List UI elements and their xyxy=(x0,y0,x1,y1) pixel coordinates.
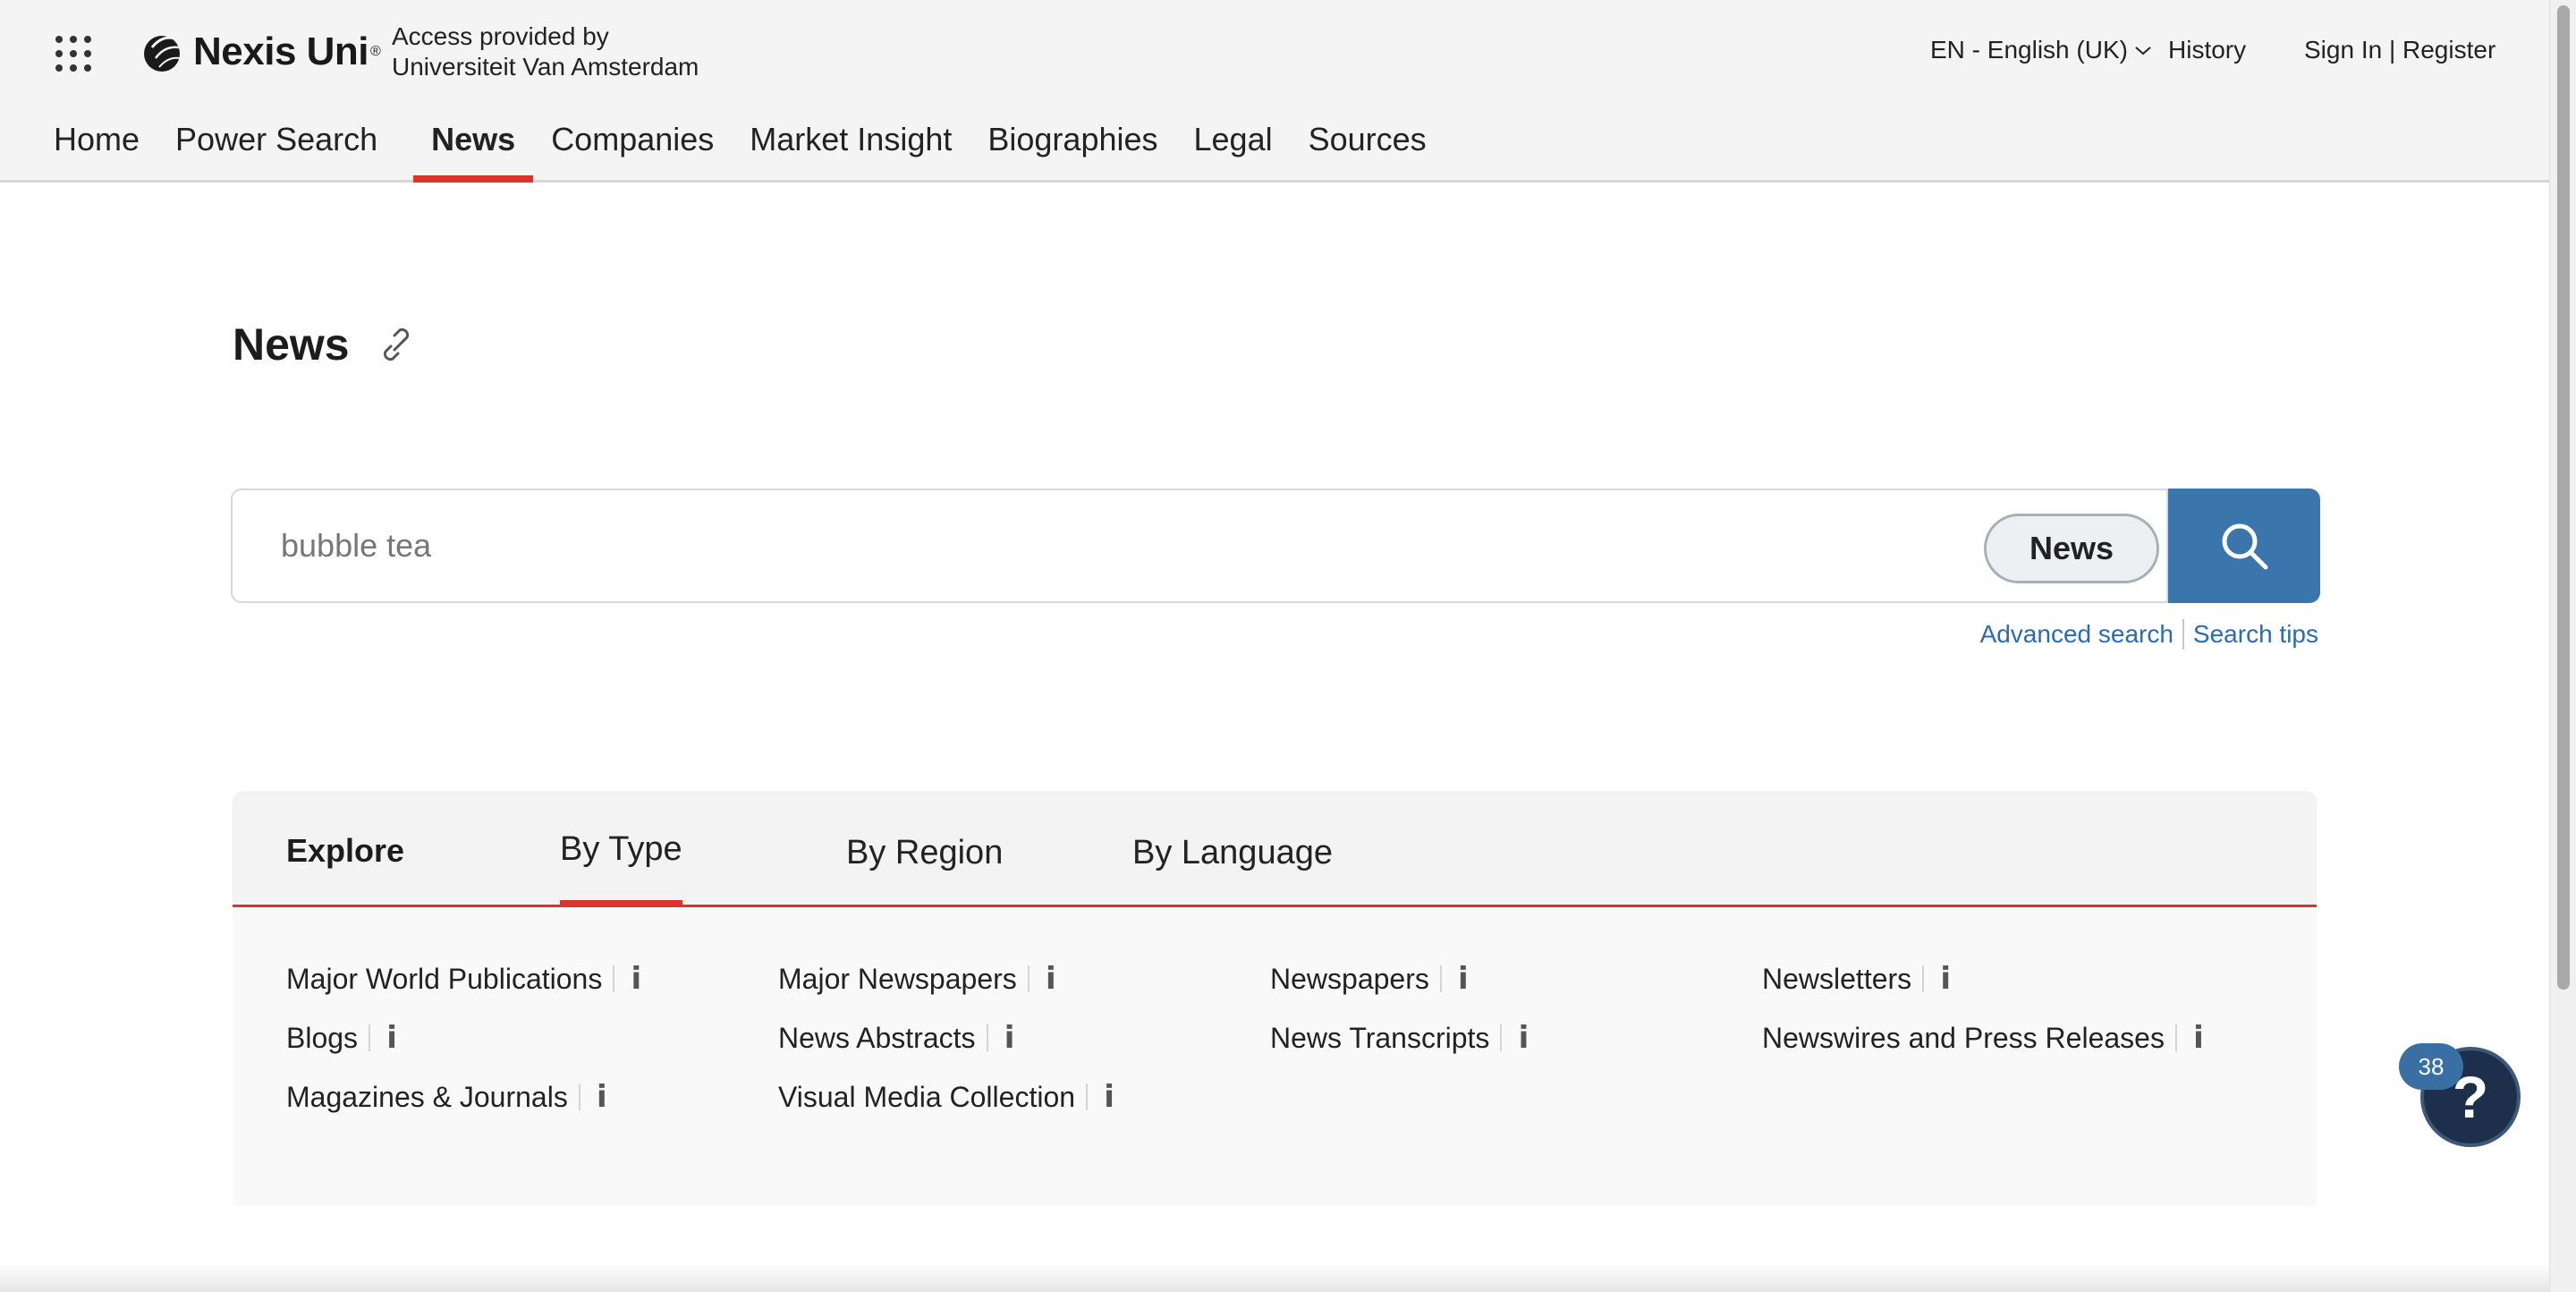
info-icon[interactable]: i xyxy=(1936,961,1954,997)
advanced-search-link[interactable]: Advanced search xyxy=(1980,620,2174,649)
nav-companies[interactable]: Companies xyxy=(551,115,750,183)
sign-in-register-link[interactable]: Sign In | Register xyxy=(2304,36,2496,64)
type-label: Blogs xyxy=(286,1021,359,1054)
type-item-major-newspapers[interactable]: Major Newspapers i xyxy=(778,961,1060,997)
page: Nexis Uni ® Access provided by Universit… xyxy=(0,0,2549,1292)
link-icon[interactable] xyxy=(377,325,416,364)
type-label: Major World Publications xyxy=(286,962,603,995)
search-button[interactable] xyxy=(2168,489,2320,603)
vertical-scrollbar[interactable] xyxy=(2549,0,2576,1292)
help-notification-badge: 38 xyxy=(2399,1043,2463,1090)
type-item-newspapers[interactable]: Newspapers i xyxy=(1270,961,1472,997)
type-item-newswires-press-releases[interactable]: Newswires and Press Releases i xyxy=(1762,1020,2207,1056)
type-item-blogs[interactable]: Blogs i xyxy=(286,1020,401,1056)
info-icon[interactable]: i xyxy=(627,961,645,997)
info-icon[interactable]: i xyxy=(1042,961,1060,997)
divider xyxy=(2174,1024,2177,1051)
nav-news[interactable]: News xyxy=(413,115,534,183)
search-links: Advanced search Search tips xyxy=(1782,619,2318,650)
type-label: Newsletters xyxy=(1762,962,1912,995)
tab-by-language[interactable]: By Language xyxy=(1132,834,1333,911)
info-icon[interactable]: i xyxy=(593,1079,611,1115)
search-tips-link[interactable]: Search tips xyxy=(2193,620,2318,649)
tab-by-type[interactable]: By Type xyxy=(560,830,682,907)
divider xyxy=(369,1024,371,1051)
divider xyxy=(1086,1084,1089,1110)
type-label: Major Newspapers xyxy=(778,962,1017,995)
tab-by-region[interactable]: By Region xyxy=(846,834,1003,911)
page-title-row: News xyxy=(233,319,416,370)
info-icon[interactable]: i xyxy=(1001,1020,1019,1056)
type-item-news-abstracts[interactable]: News Abstracts i xyxy=(778,1020,1019,1056)
type-label: Visual Media Collection xyxy=(778,1080,1076,1113)
chevron-down-icon xyxy=(2135,47,2151,55)
info-icon[interactable]: i xyxy=(1454,961,1472,997)
info-icon[interactable]: i xyxy=(2190,1020,2207,1056)
divider xyxy=(986,1024,988,1051)
type-label: Newswires and Press Releases xyxy=(1762,1021,2165,1054)
search-icon xyxy=(2222,523,2268,570)
scrollbar-thumb[interactable] xyxy=(2557,5,2570,990)
type-label: Newspapers xyxy=(1270,962,1429,995)
nav-market-insight[interactable]: Market Insight xyxy=(750,115,987,183)
search-input[interactable] xyxy=(281,517,1980,574)
page-title: News xyxy=(233,319,350,370)
nav-home[interactable]: Home xyxy=(36,115,175,183)
type-label: Magazines & Journals xyxy=(286,1080,568,1113)
type-item-newsletters[interactable]: Newsletters i xyxy=(1762,961,1954,997)
nav-biographies[interactable]: Biographies xyxy=(987,115,1193,183)
divider xyxy=(2182,619,2184,650)
type-item-magazines-journals[interactable]: Magazines & Journals i xyxy=(286,1079,611,1115)
divider xyxy=(1027,965,1030,992)
info-icon[interactable]: i xyxy=(1514,1020,1532,1056)
bottom-shadow xyxy=(0,1262,2549,1292)
explore-label: Explore xyxy=(286,832,405,869)
nav-power-search[interactable]: Power Search xyxy=(175,115,413,183)
language-label: EN - English (UK) xyxy=(1930,36,2128,64)
divider xyxy=(1500,1024,1503,1051)
explore-panel: Explore By Type By Region By Language Ma… xyxy=(233,791,2317,1206)
search-box: News xyxy=(231,489,2168,603)
main-nav: Home Power Search News Companies Market … xyxy=(36,115,1445,183)
info-icon[interactable]: i xyxy=(1100,1079,1118,1115)
type-label: News Transcripts xyxy=(1270,1021,1490,1054)
history-link[interactable]: History xyxy=(2168,36,2246,64)
type-item-major-world-publications[interactable]: Major World Publications i xyxy=(286,961,645,997)
explore-tabs: Explore By Type By Region By Language xyxy=(233,791,2317,907)
type-item-visual-media-collection[interactable]: Visual Media Collection i xyxy=(778,1079,1118,1115)
top-header: Nexis Uni ® Access provided by Universit… xyxy=(0,0,2549,183)
nav-sources[interactable]: Sources xyxy=(1309,115,1445,183)
divider xyxy=(1922,965,1925,992)
type-label: News Abstracts xyxy=(778,1021,976,1054)
type-item-news-transcripts[interactable]: News Transcripts i xyxy=(1270,1020,1532,1056)
language-selector[interactable]: EN - English (UK) xyxy=(1930,36,2153,64)
info-icon[interactable]: i xyxy=(383,1020,401,1056)
search-scope-pill[interactable]: News xyxy=(1984,514,2159,583)
nav-legal[interactable]: Legal xyxy=(1194,115,1309,183)
divider xyxy=(578,1084,580,1110)
header-utilities: EN - English (UK) History Sign In | Regi… xyxy=(0,36,2549,72)
divider xyxy=(613,965,615,992)
divider xyxy=(1439,965,1442,992)
